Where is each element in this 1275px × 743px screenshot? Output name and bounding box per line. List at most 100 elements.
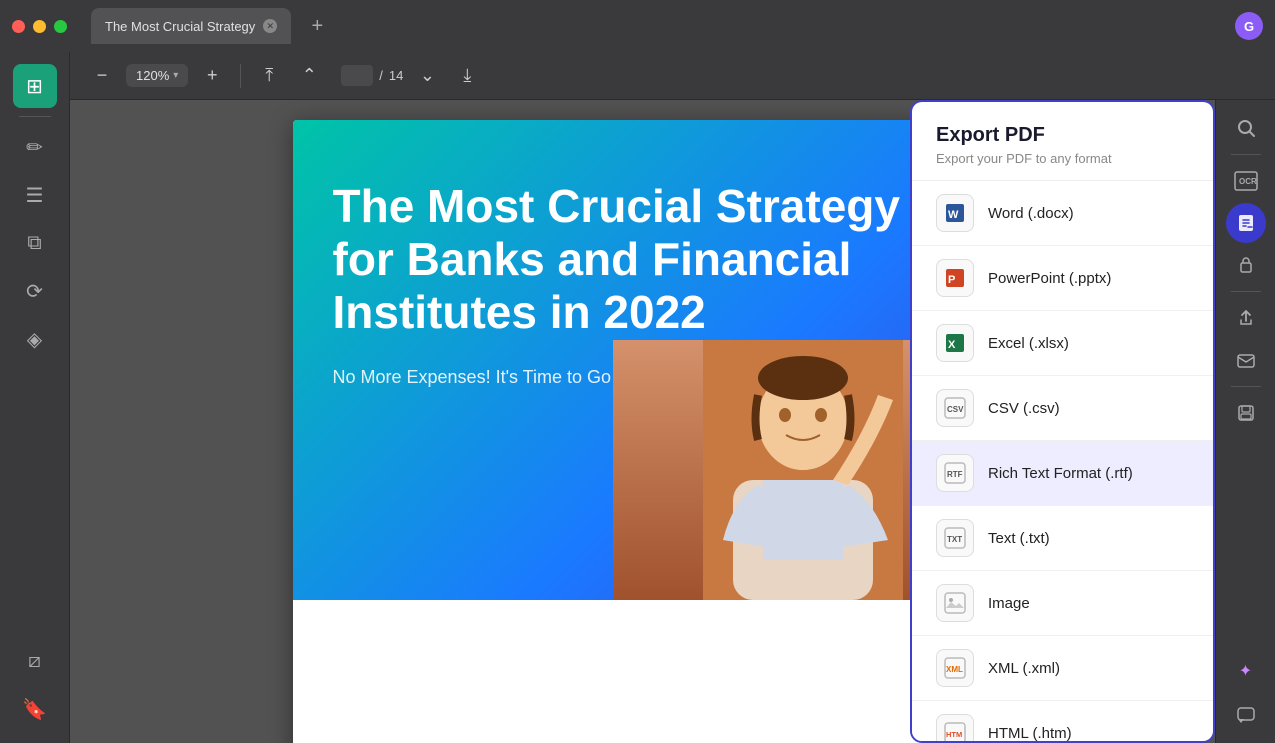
tab-close-button[interactable]: ✕ bbox=[263, 19, 277, 33]
zoom-out-button[interactable]: − bbox=[86, 60, 118, 92]
page-navigation: 1 / 14 bbox=[341, 65, 403, 86]
right-divider-3 bbox=[1231, 386, 1261, 387]
chat-icon[interactable] bbox=[1226, 695, 1266, 735]
sidebar-item-stamp[interactable]: ◈ bbox=[13, 317, 57, 361]
svg-text:P: P bbox=[948, 274, 955, 286]
close-button[interactable] bbox=[12, 20, 25, 33]
export-format-word[interactable]: W Word (.docx) bbox=[912, 181, 1213, 246]
sidebar-item-thumbnails[interactable]: ⊞ bbox=[13, 64, 57, 108]
email-icon[interactable] bbox=[1226, 340, 1266, 380]
sidebar-item-organize[interactable]: ⧉ bbox=[13, 221, 57, 265]
last-page-button[interactable]: ⤓ bbox=[451, 60, 483, 92]
prev-page-button[interactable]: ⌃ bbox=[293, 60, 325, 92]
powerpoint-icon: P bbox=[936, 259, 974, 297]
export-panel-subtitle: Export your PDF to any format bbox=[936, 151, 1189, 166]
page-separator: / bbox=[379, 68, 383, 83]
ocr-icon[interactable]: OCR bbox=[1226, 161, 1266, 201]
content-area: The Most Crucial Strategy for Banks and … bbox=[70, 100, 1275, 743]
svg-text:RTF: RTF bbox=[947, 470, 963, 479]
export-format-xml[interactable]: XML XML (.xml) bbox=[912, 636, 1213, 701]
left-sidebar: ⊞ ✏ ☰ ⧉ ⟳ ◈ ⧄ 🔖 bbox=[0, 52, 70, 743]
xml-icon: XML bbox=[936, 649, 974, 687]
minimize-button[interactable] bbox=[33, 20, 46, 33]
export-header: Export PDF Export your PDF to any format bbox=[912, 102, 1213, 181]
rtf-icon: RTF bbox=[936, 454, 974, 492]
save-icon[interactable] bbox=[1226, 393, 1266, 433]
html-label: HTML (.htm) bbox=[988, 725, 1072, 742]
thumbnails-dot bbox=[17, 83, 23, 89]
protect-icon[interactable] bbox=[1226, 245, 1266, 285]
csv-icon: CSV bbox=[936, 389, 974, 427]
export-panel: Export PDF Export your PDF to any format… bbox=[910, 100, 1215, 743]
image-icon bbox=[936, 584, 974, 622]
share-icon[interactable] bbox=[1226, 298, 1266, 338]
svg-text:X: X bbox=[948, 339, 956, 351]
sidebar-item-layers[interactable]: ⧄ bbox=[13, 639, 57, 683]
bookmark-icon: 🔖 bbox=[22, 697, 47, 722]
annotate-icon: ✏ bbox=[26, 135, 43, 160]
right-divider-1 bbox=[1231, 154, 1261, 155]
image-label: Image bbox=[988, 595, 1030, 612]
sidebar-item-annotate[interactable]: ✏ bbox=[13, 125, 57, 169]
export-format-rtf[interactable]: RTF Rich Text Format (.rtf) bbox=[912, 441, 1213, 506]
sidebar-item-convert[interactable]: ⟳ bbox=[13, 269, 57, 313]
xml-label: XML (.xml) bbox=[988, 660, 1060, 677]
pdf-title: The Most Crucial Strategy for Banks and … bbox=[333, 180, 953, 339]
pdf-page: The Most Crucial Strategy for Banks and … bbox=[293, 120, 993, 743]
content-wrapper: − 120% ▾ + ⤒ ⌃ 1 / 14 ⌄ ⤓ The Mo bbox=[70, 52, 1275, 743]
sidebar-item-comments[interactable]: ☰ bbox=[13, 173, 57, 217]
maximize-button[interactable] bbox=[54, 20, 67, 33]
avatar[interactable]: G bbox=[1235, 12, 1263, 40]
export-format-excel[interactable]: X Excel (.xlsx) bbox=[912, 311, 1213, 376]
export-format-image[interactable]: Image bbox=[912, 571, 1213, 636]
total-pages: 14 bbox=[389, 68, 403, 83]
right-icons-panel: OCR ✦ bbox=[1215, 100, 1275, 743]
zoom-dropdown-icon: ▾ bbox=[173, 70, 178, 81]
organize-icon: ⧉ bbox=[27, 232, 41, 255]
traffic-lights bbox=[12, 20, 67, 33]
zoom-level: 120% bbox=[136, 68, 169, 83]
word-icon: W bbox=[936, 194, 974, 232]
csv-label: CSV (.csv) bbox=[988, 400, 1060, 417]
txt-icon: TXT bbox=[936, 519, 974, 557]
sidebar-item-bookmark[interactable]: 🔖 bbox=[13, 687, 57, 731]
ai-icon[interactable]: ✦ bbox=[1226, 651, 1266, 691]
right-divider-2 bbox=[1231, 291, 1261, 292]
tab-title: The Most Crucial Strategy bbox=[105, 19, 255, 34]
layers-icon: ⧄ bbox=[28, 650, 41, 673]
zoom-in-button[interactable]: + bbox=[196, 60, 228, 92]
excel-icon: X bbox=[936, 324, 974, 362]
toolbar-separator-1 bbox=[240, 64, 241, 88]
word-label: Word (.docx) bbox=[988, 205, 1074, 222]
pdf-header: The Most Crucial Strategy for Banks and … bbox=[293, 120, 993, 600]
browser-tab[interactable]: The Most Crucial Strategy ✕ bbox=[91, 8, 291, 44]
convert-icon: ⟳ bbox=[26, 279, 43, 304]
current-page-input[interactable]: 1 bbox=[341, 65, 373, 86]
export-format-html[interactable]: HTM HTML (.htm) bbox=[912, 701, 1213, 743]
excel-label: Excel (.xlsx) bbox=[988, 335, 1069, 352]
txt-label: Text (.txt) bbox=[988, 530, 1050, 547]
export-format-csv[interactable]: CSV CSV (.csv) bbox=[912, 376, 1213, 441]
svg-text:CSV: CSV bbox=[947, 405, 964, 414]
search-panel-icon[interactable] bbox=[1226, 108, 1266, 148]
next-page-button[interactable]: ⌄ bbox=[411, 60, 443, 92]
titlebar: The Most Crucial Strategy ✕ + G bbox=[0, 0, 1275, 52]
export-panel-icon[interactable] bbox=[1226, 203, 1266, 243]
powerpoint-label: PowerPoint (.pptx) bbox=[988, 270, 1111, 287]
stamp-icon: ◈ bbox=[27, 327, 42, 352]
svg-text:XML: XML bbox=[946, 665, 963, 674]
svg-text:OCR: OCR bbox=[1239, 177, 1257, 186]
first-page-button[interactable]: ⤒ bbox=[253, 60, 285, 92]
zoom-control[interactable]: 120% ▾ bbox=[126, 64, 188, 87]
svg-text:HTM: HTM bbox=[946, 730, 962, 739]
new-tab-button[interactable]: + bbox=[303, 12, 331, 40]
sidebar-divider-1 bbox=[19, 116, 51, 117]
export-format-txt[interactable]: TXT Text (.txt) bbox=[912, 506, 1213, 571]
html-icon: HTM bbox=[936, 714, 974, 743]
export-panel-title: Export PDF bbox=[936, 124, 1189, 147]
rtf-label: Rich Text Format (.rtf) bbox=[988, 465, 1133, 482]
svg-text:TXT: TXT bbox=[947, 535, 962, 544]
toolbar: − 120% ▾ + ⤒ ⌃ 1 / 14 ⌄ ⤓ bbox=[70, 52, 1275, 100]
comments-icon: ☰ bbox=[26, 183, 44, 208]
export-format-powerpoint[interactable]: P PowerPoint (.pptx) bbox=[912, 246, 1213, 311]
